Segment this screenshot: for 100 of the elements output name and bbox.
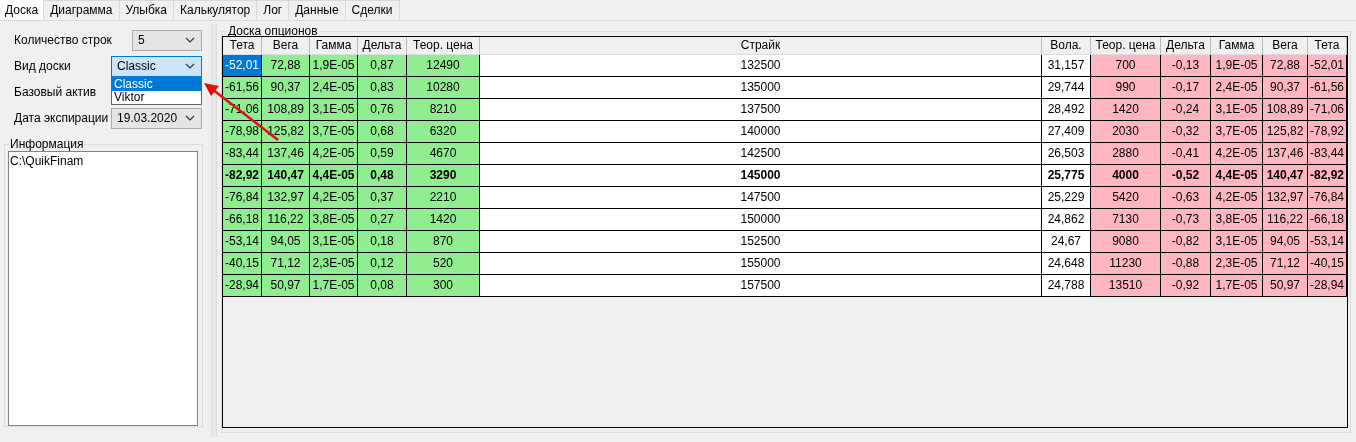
- tab[interactable]: Калькулятор: [173, 0, 258, 20]
- table-cell: 1,9E-05: [1211, 55, 1263, 77]
- table-cell: 0,83: [358, 77, 407, 99]
- table-cell: -71,06: [1308, 99, 1347, 121]
- table-cell: 1420: [407, 209, 480, 231]
- table-cell: 150000: [480, 209, 1042, 231]
- column-header[interactable]: Теор. цена: [407, 37, 480, 55]
- table-cell: 157500: [480, 275, 1042, 297]
- group-title: Информация: [9, 137, 85, 151]
- table-cell: 5420: [1091, 187, 1161, 209]
- table-cell: -0,52: [1161, 165, 1211, 187]
- table-cell: -78,92: [1308, 121, 1347, 143]
- table-cell: -0,82: [1161, 231, 1211, 253]
- table-cell: 990: [1091, 77, 1161, 99]
- table-cell: -0,63: [1161, 187, 1211, 209]
- table-cell: 71,12: [262, 253, 310, 275]
- table-cell: 0,08: [358, 275, 407, 297]
- table-cell: 25,229: [1042, 187, 1091, 209]
- table-cell: 10280: [407, 77, 480, 99]
- table-cell: 108,89: [1263, 99, 1308, 121]
- table-cell: -28,94: [1308, 275, 1347, 297]
- table-cell: -78,98: [223, 121, 262, 143]
- table-cell: 90,37: [262, 77, 310, 99]
- column-header[interactable]: Вега: [262, 37, 310, 55]
- table-cell: 4,2E-05: [310, 143, 358, 165]
- table-cell: 3,7E-05: [1211, 121, 1263, 143]
- table-cell: 147500: [480, 187, 1042, 209]
- table-cell: 0,68: [358, 121, 407, 143]
- column-header[interactable]: Вега: [1263, 37, 1308, 55]
- table-cell: 108,89: [262, 99, 310, 121]
- dropdown-option[interactable]: Viktor: [112, 90, 202, 104]
- table-cell: 72,88: [262, 55, 310, 77]
- table-cell: 4,4E-05: [1211, 165, 1263, 187]
- column-header[interactable]: Теор. цена: [1091, 37, 1161, 55]
- table-cell: 4000: [1091, 165, 1161, 187]
- table-cell: -53,14: [223, 231, 262, 253]
- column-header[interactable]: Тета: [223, 37, 262, 55]
- tab[interactable]: Сделки: [344, 0, 400, 20]
- table-cell: 24,862: [1042, 209, 1091, 231]
- table-cell: 870: [407, 231, 480, 253]
- table-cell: 0,76: [358, 99, 407, 121]
- table-cell: -0,13: [1161, 55, 1211, 77]
- expiration-date-dropdown[interactable]: 19.03.2020: [111, 107, 203, 129]
- table-cell: 2880: [1091, 143, 1161, 165]
- column-header[interactable]: Тета: [1308, 37, 1347, 55]
- info-text-area[interactable]: C:\QuikFinam: [8, 151, 199, 426]
- table-cell: 2,4E-05: [310, 77, 358, 99]
- table-cell: -66,18: [223, 209, 262, 231]
- table-cell: -0,24: [1161, 99, 1211, 121]
- column-header[interactable]: Вола.: [1042, 37, 1091, 55]
- table-cell: 0,18: [358, 231, 407, 253]
- table-cell: -76,84: [1308, 187, 1347, 209]
- table-cell: 0,37: [358, 187, 407, 209]
- table-cell: 116,22: [262, 209, 310, 231]
- column-header[interactable]: Дельта: [358, 37, 407, 55]
- field-label: Базовый актив: [14, 85, 97, 99]
- table-cell: 1,7E-05: [310, 275, 358, 297]
- table-cell: 71,12: [1263, 253, 1308, 275]
- column-header[interactable]: Гамма: [1211, 37, 1263, 55]
- table-cell: 12490: [407, 55, 480, 77]
- table-cell: -83,44: [223, 143, 262, 165]
- table-cell: 94,05: [1263, 231, 1308, 253]
- table-cell: -52,01: [223, 55, 262, 77]
- dropdown-option[interactable]: Classic: [112, 77, 202, 91]
- rows-count-dropdown[interactable]: 5: [132, 29, 203, 51]
- table-cell: 25,775: [1042, 165, 1091, 187]
- dropdown-caret-icon: [185, 115, 196, 121]
- table-cell: 3290: [407, 165, 480, 187]
- table-cell: 28,492: [1042, 99, 1091, 121]
- table-cell: 145000: [480, 165, 1042, 187]
- column-header[interactable]: Страйк: [480, 37, 1042, 55]
- table-cell: 1420: [1091, 99, 1161, 121]
- table-cell: 520: [407, 253, 480, 275]
- table-cell: 125,82: [1263, 121, 1308, 143]
- table-cell: 137500: [480, 99, 1042, 121]
- table-cell: -40,15: [223, 253, 262, 275]
- table-cell: 72,88: [1263, 55, 1308, 77]
- dropdown-caret-icon: [185, 63, 196, 69]
- table-cell: -0,73: [1161, 209, 1211, 231]
- table-cell: 140,47: [1263, 165, 1308, 187]
- board-view-dropdown[interactable]: Classic: [111, 55, 203, 77]
- table-cell: 3,1E-05: [310, 231, 358, 253]
- table-cell: -0,32: [1161, 121, 1211, 143]
- table-cell: 27,409: [1042, 121, 1091, 143]
- table-cell: -0,88: [1161, 253, 1211, 275]
- table-cell: 137,46: [262, 143, 310, 165]
- tab[interactable]: Данные: [288, 0, 346, 20]
- table-cell: 140000: [480, 121, 1042, 143]
- table-cell: 2,3E-05: [310, 253, 358, 275]
- column-header[interactable]: Дельта: [1161, 37, 1211, 55]
- table-cell: -66,18: [1308, 209, 1347, 231]
- tab[interactable]: Доска: [0, 0, 45, 20]
- table-cell: 11230: [1091, 253, 1161, 275]
- column-header[interactable]: Гамма: [310, 37, 358, 55]
- table-cell: 8210: [407, 99, 480, 121]
- table-cell: 50,97: [262, 275, 310, 297]
- table-cell: 90,37: [1263, 77, 1308, 99]
- table-cell: 4,2E-05: [1211, 187, 1263, 209]
- table-cell: 135000: [480, 77, 1042, 99]
- tab[interactable]: Диаграмма: [43, 0, 120, 20]
